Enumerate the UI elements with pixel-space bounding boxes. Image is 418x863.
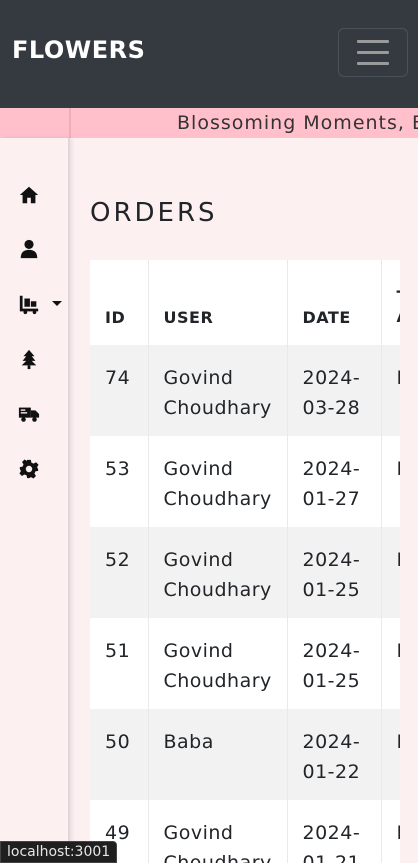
column-header-date[interactable]: DATE	[287, 260, 382, 345]
tree-icon[interactable]	[18, 348, 40, 370]
cell-status: F	[381, 800, 400, 863]
cell-id: 53	[90, 436, 149, 527]
cell-user: Govind Choudhary	[148, 345, 288, 436]
chevron-down-icon[interactable]	[52, 301, 62, 306]
link-preview-status: localhost:3001	[0, 841, 118, 863]
cell-date: 2024- 01-22	[287, 709, 382, 800]
cell-id: 50	[90, 709, 149, 800]
cell-user: Baba	[148, 709, 288, 800]
cell-user: Govind Choudhary	[148, 527, 288, 618]
home-icon[interactable]	[18, 184, 40, 206]
orders-table-container[interactable]: ID USER DATE T A 74 Govind Choudhary 202…	[90, 260, 400, 863]
cell-date: 2024- 01-21	[287, 800, 382, 863]
cell-status: F	[381, 436, 400, 527]
cell-user: Govind Choudhary	[148, 618, 288, 709]
cell-date: 2024- 03-28	[287, 345, 382, 436]
truck-icon[interactable]	[18, 403, 40, 425]
menu-toggle-button[interactable]	[338, 28, 408, 77]
cell-date: 2024- 01-25	[287, 618, 382, 709]
table-row[interactable]: 49 Govind Choudhary 2024- 01-21 F	[90, 800, 400, 863]
cell-user: Govind Choudhary	[148, 436, 288, 527]
cell-id: 52	[90, 527, 149, 618]
table-row[interactable]: 50 Baba 2024- 01-22 F	[90, 709, 400, 800]
cell-id: 51	[90, 618, 149, 709]
table-row[interactable]: 74 Govind Choudhary 2024- 03-28 F	[90, 345, 400, 436]
cell-status: F	[381, 709, 400, 800]
hamburger-icon	[357, 40, 389, 43]
navbar: FLOWERS	[0, 0, 418, 108]
table-row[interactable]: 52 Govind Choudhary 2024- 01-25 F	[90, 527, 400, 618]
table-row[interactable]: 53 Govind Choudhary 2024- 01-27 F	[90, 436, 400, 527]
orders-table: ID USER DATE T A 74 Govind Choudhary 202…	[90, 260, 400, 863]
column-header-status[interactable]: T A	[381, 260, 400, 345]
ticker-divider	[69, 108, 71, 138]
cell-date: 2024- 01-25	[287, 527, 382, 618]
brand-logo[interactable]: FLOWERS	[12, 36, 145, 64]
cell-id: 74	[90, 345, 149, 436]
marquee-banner: Blossoming Moments, E	[0, 108, 418, 138]
dolly-icon[interactable]	[18, 293, 40, 315]
page-title: ORDERS	[90, 198, 218, 228]
cell-status: F	[381, 527, 400, 618]
cell-status: F	[381, 618, 400, 709]
sidebar	[0, 138, 70, 863]
column-header-id[interactable]: ID	[90, 260, 149, 345]
cell-status: F	[381, 345, 400, 436]
user-icon[interactable]	[18, 238, 40, 260]
gear-icon[interactable]	[18, 458, 40, 480]
cell-date: 2024- 01-27	[287, 436, 382, 527]
cell-user: Govind Choudhary	[148, 800, 288, 863]
table-row[interactable]: 51 Govind Choudhary 2024- 01-25 F	[90, 618, 400, 709]
column-header-user[interactable]: USER	[148, 260, 288, 345]
marquee-text: Blossoming Moments, E	[177, 112, 418, 134]
table-header-row: ID USER DATE T A	[90, 260, 400, 345]
